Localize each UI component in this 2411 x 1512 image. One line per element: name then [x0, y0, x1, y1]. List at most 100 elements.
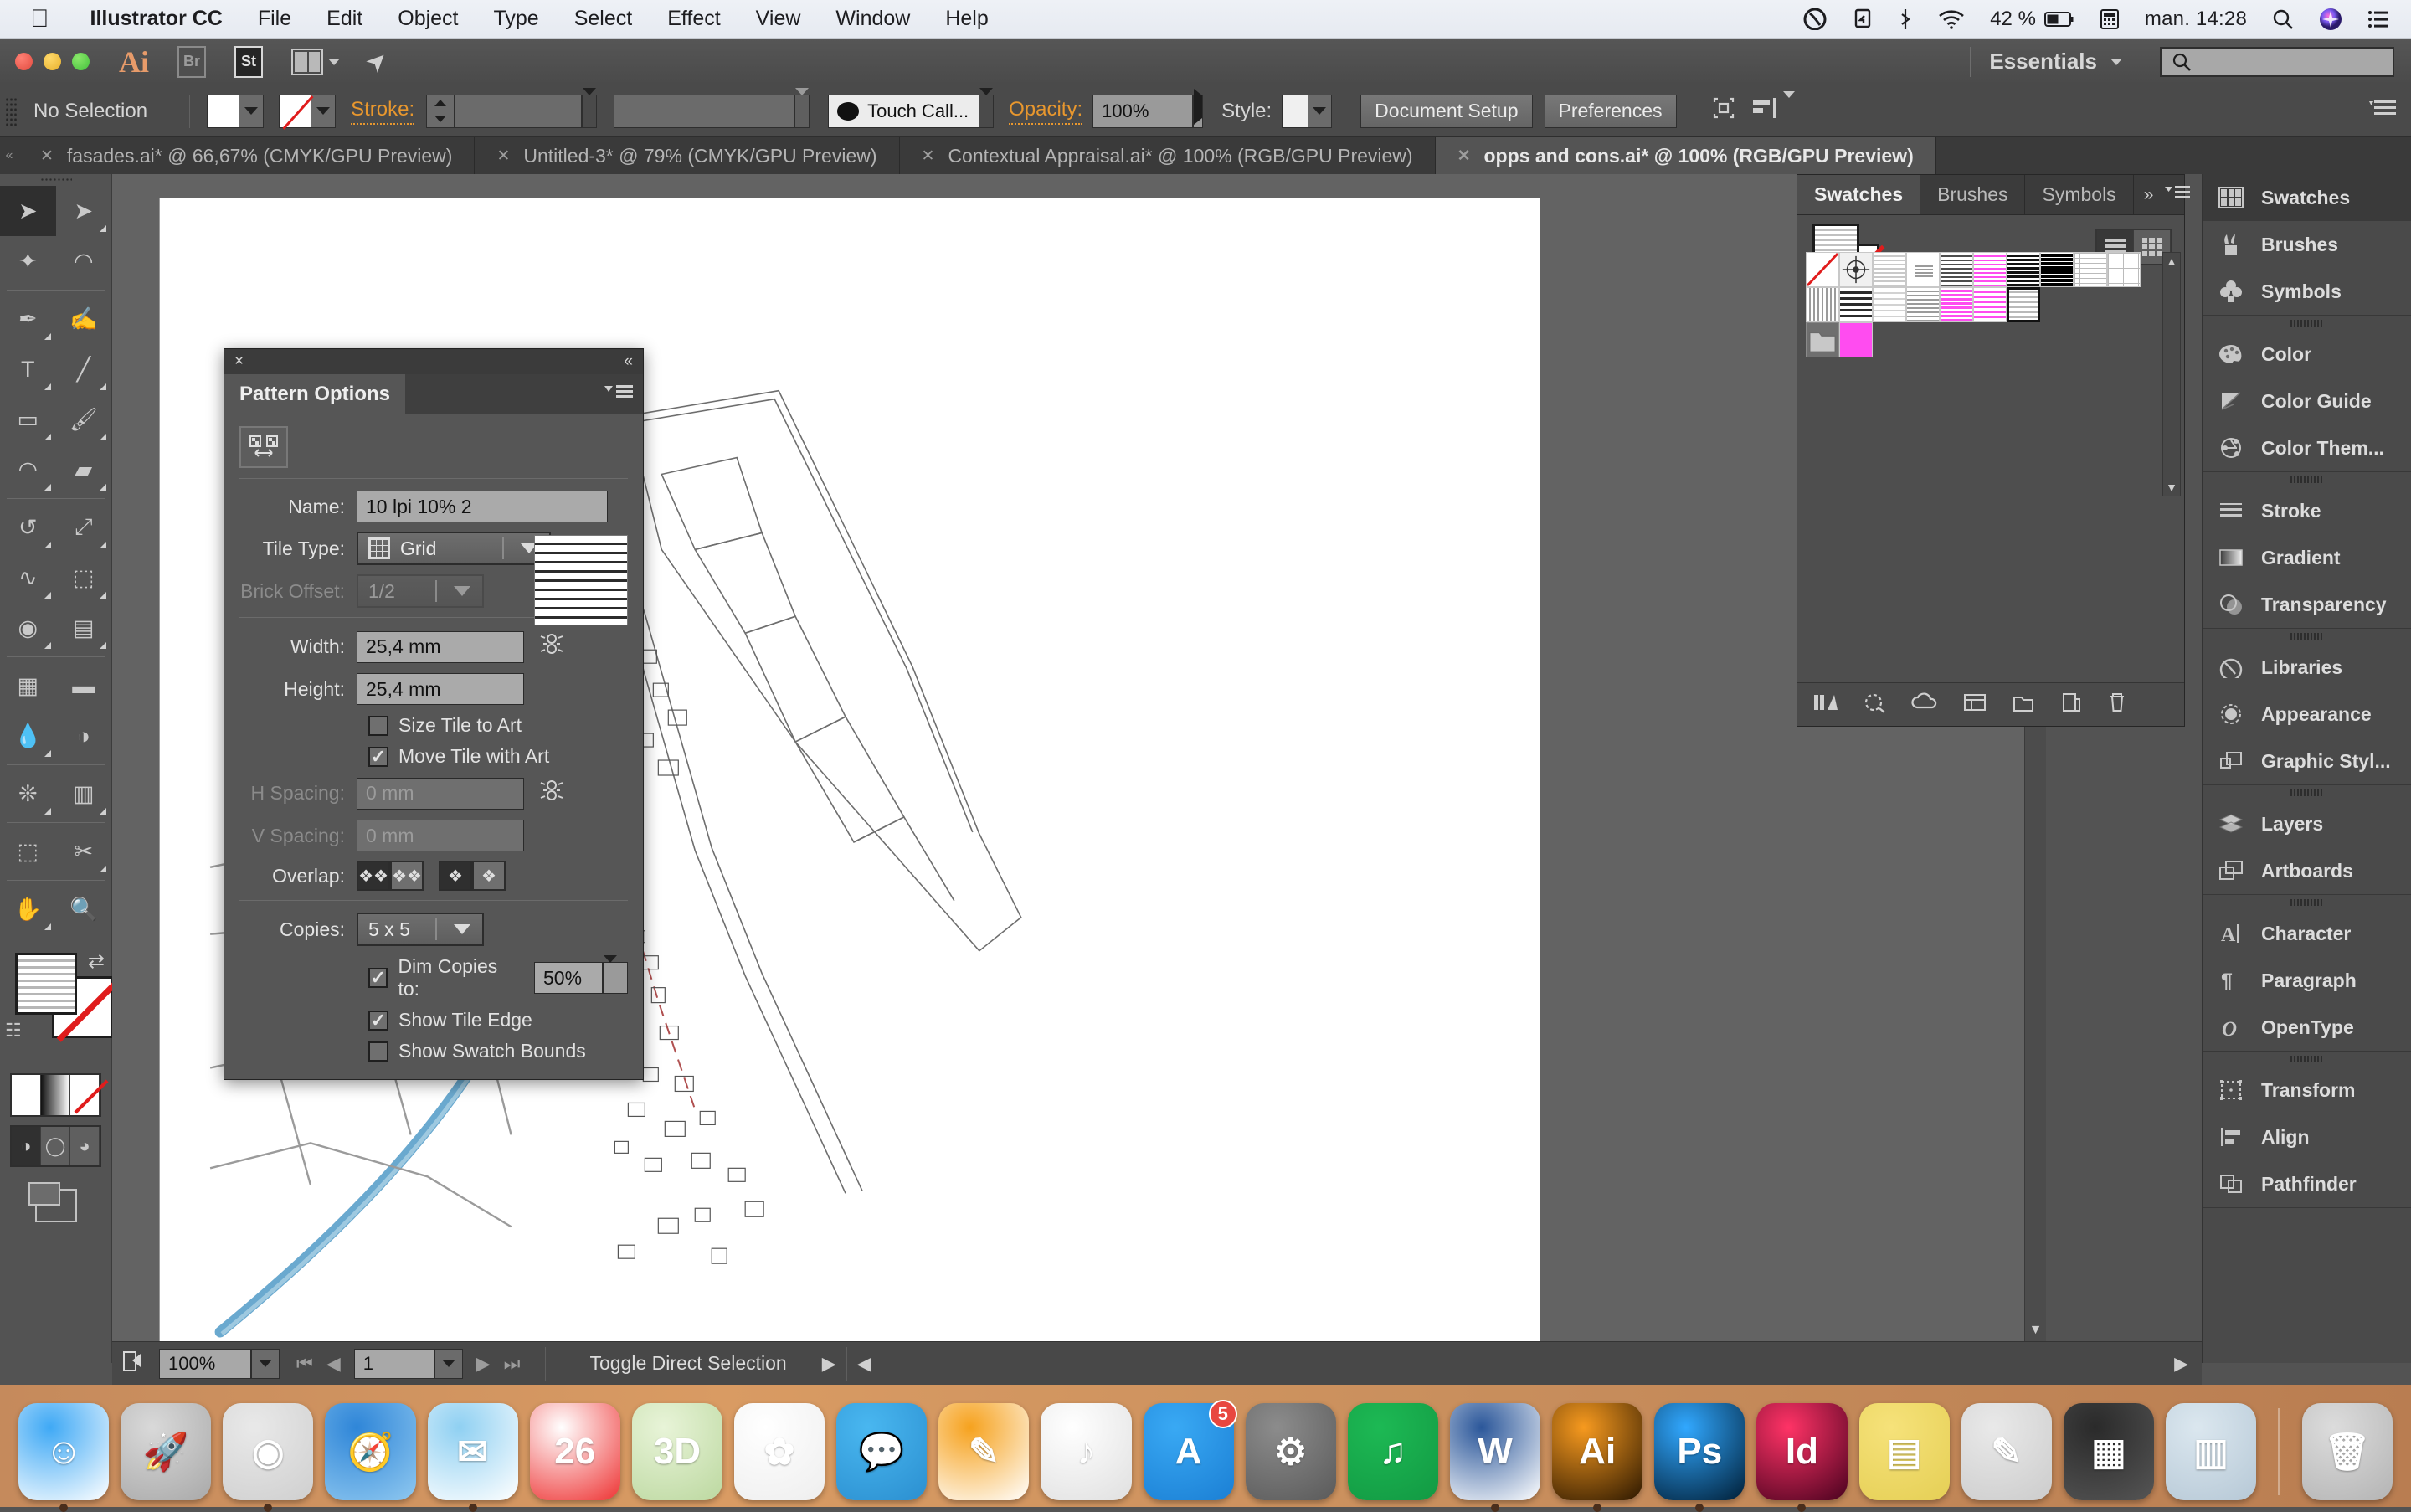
zoom-level-control[interactable]: 100% [159, 1349, 280, 1379]
tab-symbols[interactable]: Symbols [2025, 175, 2133, 214]
dock-group-grip[interactable] [2203, 1052, 2411, 1067]
fill-color-picker[interactable] [207, 95, 264, 128]
status-scroll-right-icon[interactable]: ▶ [2174, 1353, 2202, 1375]
menu-bar-clock[interactable]: man. 14:28 [2145, 8, 2247, 31]
swap-fill-stroke-icon[interactable]: ⇄ [88, 949, 105, 974]
eyedropper-tool[interactable]: 💧 [0, 711, 56, 761]
dock-item-symbols[interactable]: Symbols [2203, 268, 2411, 315]
artboard-number-control[interactable]: 1 [354, 1349, 463, 1379]
brush-dropdown-button[interactable] [979, 95, 993, 127]
stroke-dropdown-button[interactable] [311, 95, 335, 127]
dock-app-finder[interactable]: ☺ [18, 1403, 109, 1500]
menu-type[interactable]: Type [476, 7, 557, 31]
swatch-lines-dark[interactable] [2007, 252, 2040, 287]
panel-resize-handle[interactable] [2169, 711, 2184, 726]
shape-builder-tool[interactable]: ◉ [0, 603, 56, 653]
first-artboard-icon[interactable]: ⏮ [296, 1353, 313, 1375]
dock-item-color-them[interactable]: Color Them... [2203, 424, 2411, 471]
overlap-top-in-front-button[interactable]: ❖ [439, 861, 472, 891]
slice-tool[interactable]: ✂ [56, 826, 112, 877]
draw-inside-button[interactable]: ◕ [70, 1127, 100, 1165]
control-bar-menu-icon[interactable] [2369, 98, 2398, 124]
change-screen-mode-button[interactable] [35, 1189, 77, 1222]
direct-selection-tool[interactable]: ➤ [56, 186, 112, 236]
dock-item-pathfinder[interactable]: Pathfinder [2203, 1160, 2411, 1207]
curvature-tool[interactable]: ✍ [56, 294, 112, 344]
stroke-color-picker[interactable] [279, 95, 336, 128]
dim-copies-checkbox[interactable] [368, 968, 388, 988]
dock-item-character[interactable]: ACharacter [2203, 910, 2411, 957]
swatch-lines-magenta[interactable] [1973, 252, 2007, 287]
document-tab-fasades[interactable]: ✕ fasades.ai* @ 66,67% (CMYK/GPU Preview… [18, 137, 475, 174]
menu-view[interactable]: View [738, 7, 819, 31]
opacity-field[interactable]: 100% [1092, 95, 1193, 128]
swatch-magenta-fine[interactable] [1940, 287, 1973, 322]
default-fill-stroke-icon[interactable]: ☷ [5, 1020, 22, 1041]
menu-file[interactable]: File [240, 7, 309, 31]
dim-copies-row[interactable]: Dim Copies to: 50% [368, 955, 628, 1000]
show-swatch-bounds-checkbox[interactable] [368, 1041, 388, 1062]
scale-tool[interactable]: ⤢ [56, 502, 112, 553]
dock-app-trash[interactable]: 🗑 [2302, 1403, 2393, 1500]
bluetooth-icon[interactable] [1898, 8, 1913, 31]
zoom-tool[interactable]: 🔍 [56, 884, 112, 934]
stroke-weight-stepper[interactable] [426, 95, 597, 128]
dock-app-adobe-illustrator[interactable]: Ai [1552, 1403, 1642, 1500]
swatch-magenta-med[interactable] [1973, 287, 2007, 322]
dock-item-color[interactable]: Color [2203, 331, 2411, 378]
swatch-lines-black[interactable] [2040, 252, 2074, 287]
dock-app-image-file[interactable]: ▥ [2166, 1403, 2256, 1500]
rectangle-tool[interactable]: ▭ [0, 394, 56, 445]
dock-group-grip[interactable] [2203, 316, 2411, 331]
status-message[interactable]: Toggle Direct Selection [556, 1352, 820, 1375]
dock-group-grip[interactable] [2203, 472, 2411, 487]
artboard-tool[interactable]: ⬚ [0, 826, 56, 877]
dock-item-swatches[interactable]: Swatches [2203, 174, 2411, 221]
dock-item-transform[interactable]: Transform [2203, 1067, 2411, 1113]
swatch-libraries-icon[interactable] [1812, 692, 1838, 718]
stroke-weight-field[interactable] [455, 95, 582, 128]
dock-item-libraries[interactable]: Libraries [2203, 644, 2411, 691]
swatch-lines-block[interactable] [1906, 252, 1940, 287]
close-window-button[interactable] [15, 53, 33, 70]
previous-artboard-icon[interactable]: ◀ [326, 1353, 341, 1375]
dim-copies-value[interactable]: 50% [534, 962, 603, 994]
swatch-lines-bold-med[interactable] [1839, 287, 1873, 322]
panel-menu-icon[interactable] [2165, 184, 2190, 206]
dock-app-stickies[interactable]: ▤ [1859, 1403, 1950, 1500]
wifi-icon[interactable] [1938, 9, 1965, 29]
overlap-left-in-front-button[interactable]: ❖❖ [357, 861, 390, 891]
brush-definition-select[interactable]: Touch Call... [828, 95, 994, 128]
swatch-none[interactable] [1806, 252, 1839, 287]
dock-item-transparency[interactable]: Transparency [2203, 581, 2411, 628]
export-selection-icon[interactable] [121, 1349, 146, 1379]
fill-indicator[interactable] [15, 953, 77, 1015]
fill-dropdown-button[interactable] [239, 95, 263, 127]
width-tool[interactable]: ∿ [0, 553, 56, 603]
libraries-icon[interactable] [1911, 692, 1938, 717]
swatch-grid-coarse[interactable] [2107, 252, 2141, 287]
swatch-vertical-lines[interactable] [1806, 287, 1839, 322]
tab-brushes[interactable]: Brushes [1920, 175, 2025, 214]
size-tile-to-art-row[interactable]: Size Tile to Art [368, 714, 628, 737]
dock-app-messages[interactable]: 💬 [836, 1403, 927, 1500]
swatch-lines-med[interactable] [1940, 252, 1973, 287]
size-tile-to-art-checkbox[interactable] [368, 716, 388, 736]
type-tool[interactable]: T [0, 344, 56, 394]
stroke-weight-spinner[interactable] [426, 95, 455, 128]
control-bar-grip[interactable] [5, 97, 17, 126]
dock-item-align[interactable]: Align [2203, 1113, 2411, 1160]
delete-swatch-icon[interactable] [2107, 692, 2127, 718]
swatch-lines-selected[interactable] [2007, 287, 2040, 322]
show-tile-edge-checkbox[interactable] [368, 1011, 388, 1031]
document-setup-button[interactable]: Document Setup [1360, 95, 1532, 128]
hand-tool[interactable]: ✋ [0, 884, 56, 934]
swatches-grid[interactable] [1806, 252, 2159, 357]
rotate-tool[interactable]: ↺ [0, 502, 56, 553]
dock-app-adobe-indesign[interactable]: Id [1756, 1403, 1847, 1500]
dock-app-screenshot-file[interactable]: ▦ [2064, 1403, 2154, 1500]
gradient-button[interactable] [41, 1075, 70, 1115]
gradient-tool[interactable]: ▬ [56, 661, 112, 711]
dock-item-color-guide[interactable]: Color Guide [2203, 378, 2411, 424]
magic-wand-tool[interactable]: ✦ [0, 236, 56, 286]
